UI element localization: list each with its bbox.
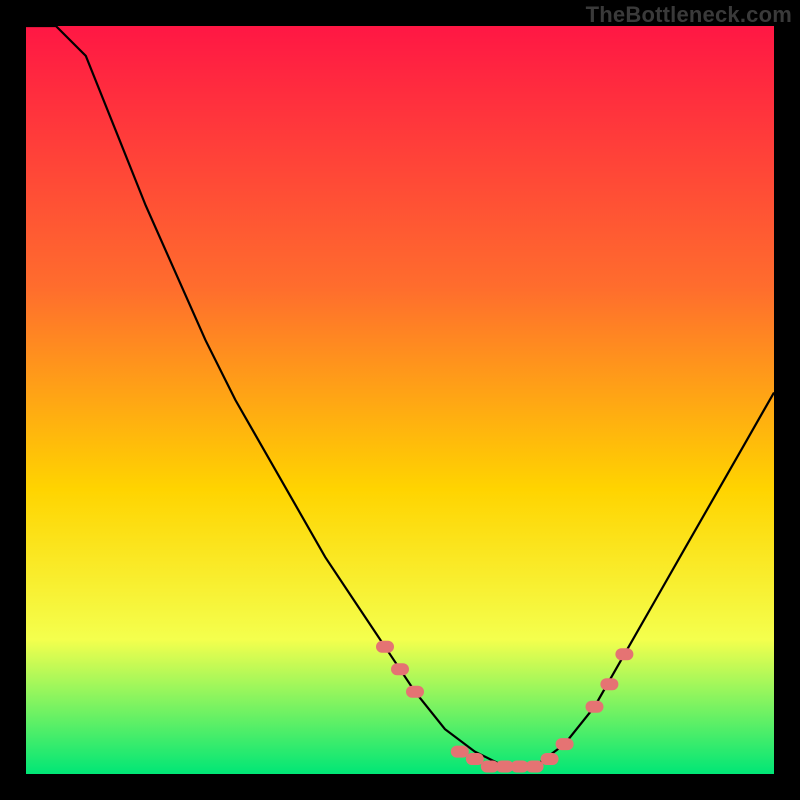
highlight-marker [600,678,618,690]
highlight-marker [541,753,559,765]
chart-container: TheBottleneck.com [0,0,800,800]
highlight-marker [526,761,544,773]
highlight-marker [451,746,469,758]
highlight-marker [615,648,633,660]
plot-area [26,26,774,774]
highlight-marker [391,663,409,675]
highlight-marker [556,738,574,750]
highlight-marker [466,753,484,765]
bottleneck-chart-svg [26,26,774,774]
gradient-background [26,26,774,774]
highlight-marker [376,641,394,653]
highlight-marker [586,701,604,713]
watermark-text: TheBottleneck.com [586,2,792,28]
highlight-marker [406,686,424,698]
